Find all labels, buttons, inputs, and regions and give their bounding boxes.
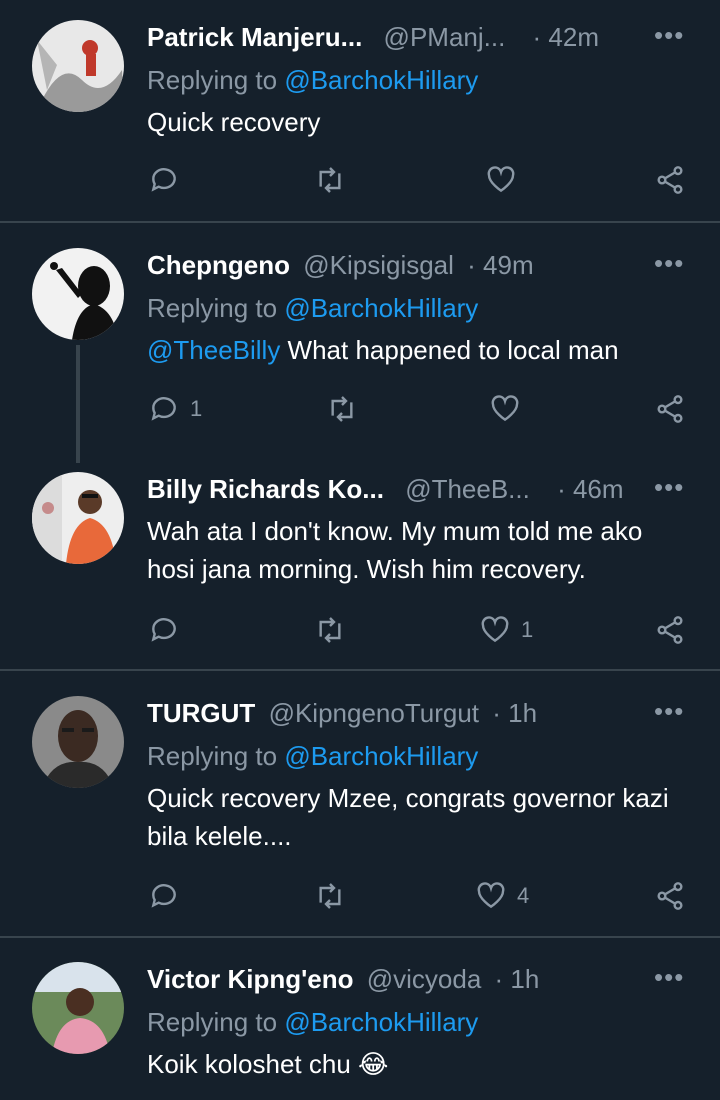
share-button[interactable] [654, 389, 686, 429]
reply-button[interactable] [148, 876, 180, 916]
reply-button[interactable] [148, 610, 180, 650]
avatar[interactable] [32, 962, 124, 1054]
retweet-icon [331, 396, 353, 422]
reply-icon [151, 397, 176, 421]
user-handle[interactable]: @Kipsigisgal [303, 250, 454, 280]
share-button[interactable] [654, 610, 686, 650]
tweet-text: @TheeBilly What happened to local man [147, 331, 692, 369]
replying-to: Replying to @BarchokHillary [147, 63, 707, 97]
user-handle[interactable]: @vicyoda [367, 964, 482, 994]
tweet-text: Koik koloshet chu 😂 [147, 1049, 389, 1079]
avatar[interactable] [32, 696, 124, 788]
tweet-header: Patrick Manjeru... @PManj... · 42m [147, 20, 707, 54]
tweet-text: Quick recovery Mzee, congrats governor k… [147, 783, 669, 851]
retweet-button[interactable] [326, 389, 358, 429]
replying-to: Replying to @BarchokHillary [147, 1005, 707, 1039]
tweet-text: Quick recovery [147, 107, 321, 137]
reply-button[interactable]: 1 [148, 389, 202, 429]
tweet-actions: 1 [0, 610, 720, 650]
tweet-4[interactable]: TURGUT @KipngenoTurgut · 1h ••• Replying… [0, 696, 720, 916]
timestamp[interactable]: · 49m [467, 250, 533, 280]
tweet-actions: 4 [0, 876, 720, 916]
tweet-text-content: What happened to local man [280, 335, 619, 365]
reply-icon [151, 884, 176, 908]
tweet-5[interactable]: Victor Kipng'eno @vicyoda · 1h ••• Reply… [0, 962, 720, 1092]
retweet-button[interactable] [314, 160, 346, 200]
tweet-2[interactable]: Chepngeno @Kipsigisgal · 49m ••• Replyin… [0, 248, 720, 438]
share-icon [657, 882, 683, 910]
like-button[interactable] [485, 160, 517, 200]
display-name[interactable]: Patrick Manjeru... [147, 22, 362, 52]
more-icon[interactable]: ••• [654, 698, 684, 732]
timestamp[interactable]: · 1h [492, 698, 537, 728]
replying-to-link[interactable]: @BarchokHillary [284, 1007, 478, 1037]
share-icon [657, 616, 683, 644]
tweet-3[interactable]: Billy Richards Ko... @TheeB... · 46m •••… [0, 472, 720, 662]
reply-icon [151, 618, 176, 642]
reply-icon [151, 168, 176, 192]
share-button[interactable] [654, 160, 686, 200]
tweet-header: Victor Kipng'eno @vicyoda · 1h [147, 962, 707, 996]
like-icon [487, 166, 515, 193]
like-count: 1 [521, 617, 534, 642]
timestamp[interactable]: · 46m [557, 474, 623, 504]
replying-to: Replying to @BarchokHillary [147, 291, 707, 325]
tweet-actions [0, 160, 720, 200]
display-name[interactable]: TURGUT [147, 698, 255, 728]
tweet-text: Wah ata I don't know. My mum told me ako… [147, 516, 643, 584]
divider [0, 221, 720, 223]
user-handle[interactable]: @KipngenoTurgut [269, 698, 479, 728]
more-icon[interactable]: ••• [654, 474, 684, 508]
replying-to: Replying to @BarchokHillary [147, 739, 707, 773]
replying-prefix: Replying to [147, 741, 278, 771]
retweet-icon [319, 883, 341, 909]
retweet-icon [319, 167, 341, 193]
tweet-actions: 1 [0, 389, 720, 429]
tweet-header: Billy Richards Ko... @TheeB... · 46m [147, 472, 707, 506]
divider [0, 669, 720, 671]
display-name[interactable]: Chepngeno [147, 250, 290, 280]
like-count: 4 [517, 883, 530, 908]
replying-prefix: Replying to [147, 1007, 278, 1037]
retweet-button[interactable] [314, 610, 346, 650]
user-handle[interactable]: @PManj... [384, 22, 506, 52]
reply-count: 1 [190, 396, 203, 421]
timestamp[interactable]: · 42m [533, 22, 599, 52]
share-icon [657, 166, 683, 194]
replying-prefix: Replying to [147, 293, 278, 323]
divider [0, 936, 720, 938]
like-button[interactable]: 4 [475, 876, 529, 916]
mention-link[interactable]: @TheeBilly [147, 335, 280, 365]
replying-prefix: Replying to [147, 65, 278, 95]
display-name[interactable]: Victor Kipng'eno [147, 964, 354, 994]
avatar[interactable] [32, 472, 124, 564]
reply-button[interactable] [148, 160, 180, 200]
user-handle[interactable]: @TheeB... [405, 474, 530, 504]
like-icon [477, 882, 505, 909]
avatar[interactable] [32, 248, 124, 340]
share-button[interactable] [654, 876, 686, 916]
share-icon [657, 395, 683, 423]
tweet-1[interactable]: Patrick Manjeru... @PManj... · 42m ••• R… [0, 20, 720, 220]
more-icon[interactable]: ••• [654, 964, 684, 998]
like-button[interactable] [489, 389, 521, 429]
tweet-header: Chepngeno @Kipsigisgal · 49m [147, 248, 707, 282]
like-icon [491, 395, 519, 422]
retweet-icon [319, 617, 341, 643]
timestamp[interactable]: · 1h [495, 964, 540, 994]
replying-to-link[interactable]: @BarchokHillary [284, 741, 478, 771]
tweet-header: TURGUT @KipngenoTurgut · 1h [147, 696, 707, 730]
more-icon[interactable]: ••• [654, 22, 684, 56]
replying-to-link[interactable]: @BarchokHillary [284, 293, 478, 323]
replying-to-link[interactable]: @BarchokHillary [284, 65, 478, 95]
more-icon[interactable]: ••• [654, 250, 684, 284]
display-name[interactable]: Billy Richards Ko... [147, 474, 384, 504]
like-button[interactable]: 1 [479, 610, 533, 650]
avatar[interactable] [32, 20, 124, 112]
like-icon [481, 616, 509, 643]
retweet-button[interactable] [314, 876, 346, 916]
